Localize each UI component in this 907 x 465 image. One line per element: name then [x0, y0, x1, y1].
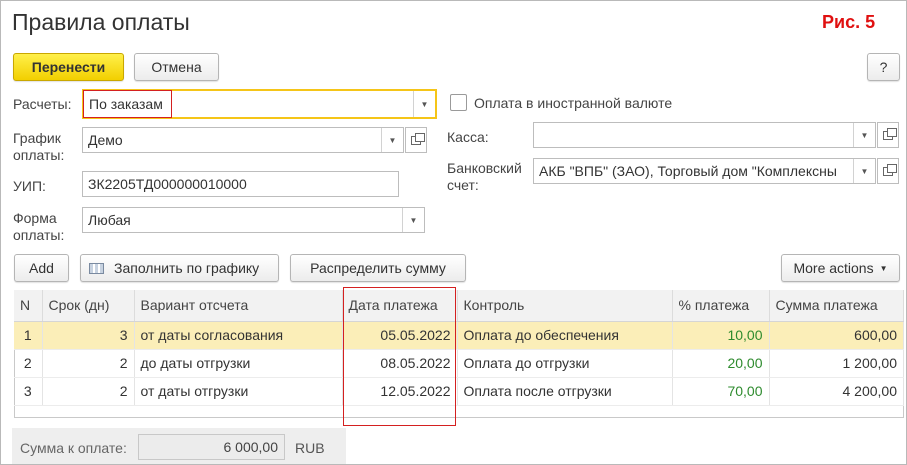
open-form-icon[interactable]: [877, 158, 899, 184]
add-row-button[interactable]: Add: [14, 254, 69, 282]
annotation-red-box-date-column: [343, 287, 456, 426]
cell-days: 2: [42, 349, 135, 378]
bank-label: Банковский счет:: [447, 160, 522, 193]
kassa-select[interactable]: ▼: [533, 122, 876, 148]
column-header[interactable]: Срок (дн): [42, 290, 135, 322]
column-header[interactable]: Вариант отсчета: [134, 290, 343, 322]
cell-percent: 10,00: [672, 321, 770, 350]
kassa-label: Касса:: [447, 129, 489, 145]
forma-label: Форма оплаты:: [13, 210, 65, 243]
dropdown-arrow-icon[interactable]: ▼: [402, 208, 424, 232]
transfer-button[interactable]: Перенести: [13, 53, 124, 81]
cell-n: 3: [14, 377, 43, 406]
cell-days: 2: [42, 377, 135, 406]
more-actions-button[interactable]: More actions ▼: [781, 254, 900, 282]
chevron-down-icon: ▼: [879, 263, 888, 273]
cell-days: 3: [42, 321, 135, 350]
bank-value: АКБ "ВПБ" (ЗАО), Торговый дом "Комплексн…: [539, 163, 837, 179]
grafik-label: График оплаты:: [13, 130, 65, 163]
uip-label: УИП:: [13, 178, 46, 194]
cell-variant: от даты согласования: [134, 321, 343, 350]
sum-label: Сумма к оплате:: [20, 440, 127, 456]
foreign-currency-label: Оплата в иностранной валюте: [474, 95, 673, 111]
cell-percent: 70,00: [672, 377, 770, 406]
column-header[interactable]: Сумма платежа: [769, 290, 904, 322]
column-header[interactable]: % платежа: [672, 290, 770, 322]
fill-schedule-icon: [89, 262, 104, 274]
dropdown-arrow-icon[interactable]: ▼: [413, 91, 435, 117]
cell-control: Оплата после отгрузки: [457, 377, 673, 406]
more-actions-label: More actions: [793, 260, 874, 276]
table-row[interactable]: 1 3 от даты согласования 05.05.2022 Опла…: [14, 321, 904, 350]
annotation-red-box-raschety: [83, 90, 172, 118]
window-title: Правила оплаты: [12, 9, 190, 35]
forma-select[interactable]: Любая ▼: [82, 207, 425, 233]
sum-value-field: 6 000,00: [138, 434, 285, 460]
column-header[interactable]: N: [14, 290, 43, 322]
cell-variant: от даты отгрузки: [134, 377, 343, 406]
cell-percent: 20,00: [672, 349, 770, 378]
table-row[interactable]: 2 2 до даты отгрузки 08.05.2022 Оплата д…: [14, 349, 904, 378]
dropdown-arrow-icon[interactable]: ▼: [853, 123, 875, 147]
open-form-icon[interactable]: [405, 127, 427, 153]
dropdown-arrow-icon[interactable]: ▼: [381, 128, 403, 152]
payment-table: N Срок (дн) Вариант отсчета Дата платежа…: [14, 290, 904, 406]
grafik-value: Демо: [88, 132, 123, 148]
uip-input[interactable]: ЗК2205ТД000000010000: [82, 171, 399, 197]
column-header[interactable]: Контроль: [457, 290, 673, 322]
help-button[interactable]: ?: [867, 53, 900, 81]
cell-sum: 1 200,00: [769, 349, 904, 378]
fill-by-schedule-label: Заполнить по графику: [114, 260, 260, 276]
figure-label: Рис. 5: [822, 12, 876, 32]
table-header-row: N Срок (дн) Вариант отсчета Дата платежа…: [14, 290, 904, 322]
cell-n: 2: [14, 349, 43, 378]
foreign-currency-checkbox[interactable]: [450, 94, 467, 111]
currency-label: RUB: [295, 440, 325, 456]
cell-control: Оплата до отгрузки: [457, 349, 673, 378]
dropdown-arrow-icon[interactable]: ▼: [853, 159, 875, 183]
cancel-button[interactable]: Отмена: [134, 53, 219, 81]
cell-variant: до даты отгрузки: [134, 349, 343, 378]
fill-by-schedule-button[interactable]: Заполнить по графику: [80, 254, 279, 282]
uip-value: ЗК2205ТД000000010000: [88, 176, 247, 192]
cell-control: Оплата до обеспечения: [457, 321, 673, 350]
cell-n: 1: [14, 321, 43, 350]
grafik-select[interactable]: Демо ▼: [82, 127, 404, 153]
distribute-sum-button[interactable]: Распределить сумму: [290, 254, 466, 282]
raschety-label: Расчеты:: [13, 96, 72, 112]
bank-select[interactable]: АКБ "ВПБ" (ЗАО), Торговый дом "Комплексн…: [533, 158, 876, 184]
forma-value: Любая: [88, 212, 131, 228]
cell-sum: 4 200,00: [769, 377, 904, 406]
open-form-icon[interactable]: [877, 122, 899, 148]
cell-sum: 600,00: [769, 321, 904, 350]
table-row[interactable]: 3 2 от даты отгрузки 12.05.2022 Оплата п…: [14, 377, 904, 406]
